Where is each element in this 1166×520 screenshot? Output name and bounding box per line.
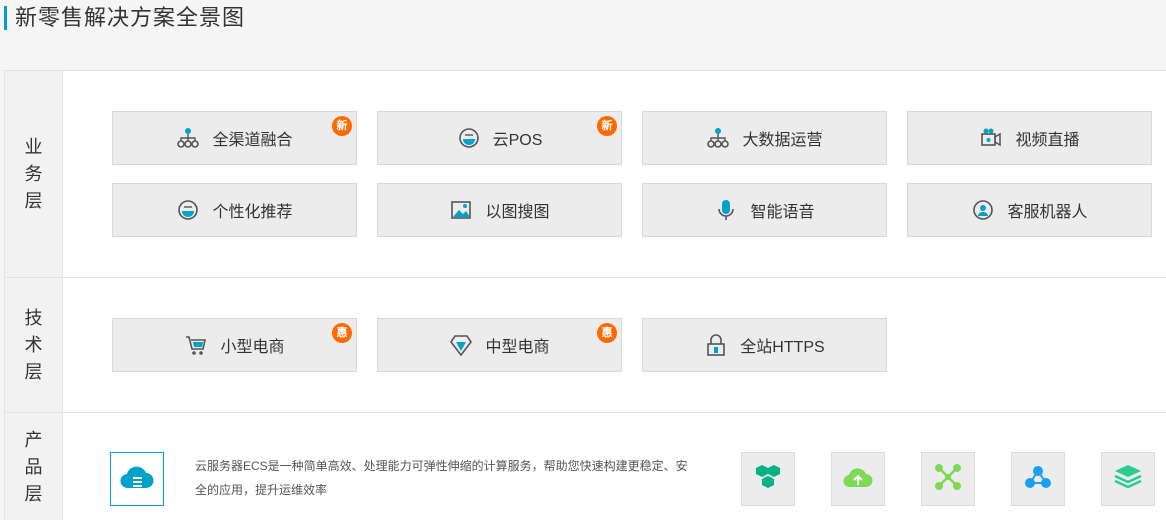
new-badge: 新 — [332, 116, 352, 136]
cloud-server-icon — [120, 464, 154, 495]
title-accent-bar — [4, 6, 7, 30]
product-icon-cloud-upload[interactable] — [831, 452, 885, 506]
card-label: 客服机器人 — [1007, 204, 1088, 221]
business-layer: 业务层 全渠道融合 新 云POS 新 大数据运营 视频直播 个性化推荐 以图搜图… — [5, 71, 1166, 278]
card-label: 云POS — [492, 132, 543, 149]
layers-stack-icon — [1113, 463, 1143, 496]
product-icon-layers[interactable] — [1101, 452, 1155, 506]
discount-badge: 惠 — [597, 323, 617, 343]
card-label: 中型电商 — [485, 339, 550, 356]
card-https[interactable]: 全站HTTPS — [642, 318, 887, 372]
product-icon-hexagon[interactable] — [741, 452, 795, 506]
cloud-server-button[interactable] — [110, 452, 164, 506]
page-title: 新零售解决方案全景图 — [15, 5, 246, 30]
cloud-upload-icon — [843, 465, 873, 494]
lock-icon — [704, 333, 728, 357]
card-label: 全站HTTPS — [740, 339, 825, 356]
cart-icon — [184, 333, 208, 357]
robot-service-icon — [971, 198, 995, 222]
video-camera-icon — [979, 126, 1003, 150]
card-live-video[interactable]: 视频直播 — [907, 111, 1152, 165]
new-badge: 新 — [597, 116, 617, 136]
card-image-search[interactable]: 以图搜图 — [377, 183, 622, 237]
card-cloud-pos[interactable]: 云POS 新 — [377, 111, 622, 165]
image-icon — [449, 198, 473, 222]
tech-layer-label: 技术层 — [5, 278, 63, 412]
card-label: 智能语音 — [750, 204, 815, 221]
card-label: 大数据运营 — [742, 132, 823, 149]
card-smart-voice[interactable]: 智能语音 — [642, 183, 887, 237]
card-label: 以图搜图 — [485, 204, 550, 221]
recommend-icon — [176, 198, 200, 222]
card-label: 视频直播 — [1015, 132, 1080, 149]
card-label: 小型电商 — [220, 339, 285, 356]
product-icon-node-graph[interactable] — [1011, 452, 1065, 506]
product-description: 云服务器ECS是一种简单高效、处理能力可弹性伸缩的计算服务，帮助您快速构建更稳定… — [195, 459, 688, 497]
card-label: 全渠道融合 — [212, 132, 293, 149]
diamond-icon — [449, 333, 473, 357]
solution-panel: 业务层 全渠道融合 新 云POS 新 大数据运营 视频直播 个性化推荐 以图搜图… — [4, 70, 1166, 520]
card-service-robot[interactable]: 客服机器人 — [907, 183, 1152, 237]
card-recommendation[interactable]: 个性化推荐 — [112, 183, 357, 237]
card-label: 个性化推荐 — [212, 204, 293, 221]
hexagon-cluster-icon — [753, 463, 783, 496]
network-cross-icon — [934, 463, 962, 496]
product-icon-network[interactable] — [921, 452, 975, 506]
node-graph-icon — [1024, 464, 1052, 495]
card-bigdata[interactable]: 大数据运营 — [642, 111, 887, 165]
card-medium-ecommerce[interactable]: 中型电商 惠 — [377, 318, 622, 372]
product-layer-label: 产品层 — [5, 413, 63, 520]
card-omnichannel[interactable]: 全渠道融合 新 — [112, 111, 357, 165]
card-small-ecommerce[interactable]: 小型电商 惠 — [112, 318, 357, 372]
discount-badge: 惠 — [332, 323, 352, 343]
page-header: 新零售解决方案全景图 — [0, 0, 1166, 70]
business-layer-label: 业务层 — [5, 71, 63, 277]
microphone-icon — [714, 198, 738, 222]
org-chart-icon — [706, 126, 730, 150]
tech-layer: 技术层 小型电商 惠 中型电商 惠 全站HTTPS — [5, 278, 1166, 413]
org-chart-icon — [176, 126, 200, 150]
pos-icon — [457, 126, 481, 150]
